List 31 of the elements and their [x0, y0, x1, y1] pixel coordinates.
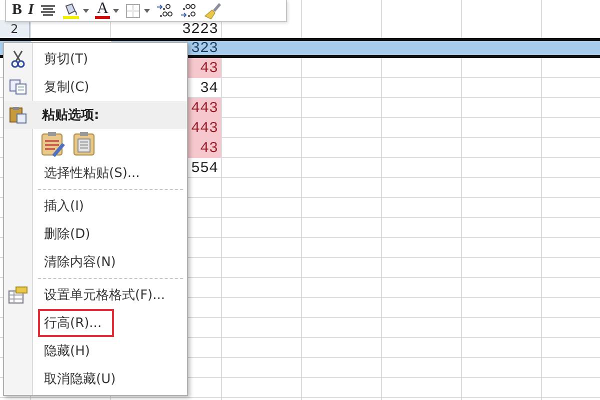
- paint-bucket-icon[interactable]: [62, 2, 80, 18]
- decrease-decimal-icon[interactable]: [180, 2, 198, 18]
- menu-item[interactable]: 清除内容(N): [38, 248, 122, 276]
- menu-item[interactable]: 复制(C): [38, 73, 96, 101]
- table-cell: 34: [200, 80, 218, 96]
- copy-icon: [9, 79, 27, 95]
- table-cell: 3223: [182, 20, 218, 38]
- dropdown-arrow-icon[interactable]: [113, 8, 120, 12]
- menu-item[interactable]: 隐藏(H): [38, 337, 96, 365]
- menu-item[interactable]: 设置单元格格式(F)...: [38, 281, 172, 309]
- menu-item[interactable]: 删除(D): [38, 220, 96, 248]
- menu-heading: 粘贴选项:: [42, 107, 100, 124]
- row-header[interactable]: 2: [0, 20, 30, 38]
- dropdown-arrow-icon[interactable]: [82, 8, 89, 12]
- menu-item[interactable]: 取消隐藏(U): [38, 365, 122, 393]
- menu-item[interactable]: 行高(R)...: [38, 309, 114, 337]
- increase-decimal-icon[interactable]: [156, 2, 174, 18]
- paste-formatting-icon[interactable]: [40, 131, 66, 157]
- dropdown-arrow-icon[interactable]: [144, 8, 150, 12]
- table-cell-text: 323: [190, 41, 219, 55]
- italic-button[interactable]: I: [28, 3, 34, 18]
- menu-item[interactable]: 选择性粘贴(S)...: [38, 159, 146, 187]
- format-cells-icon: [8, 286, 28, 304]
- paintbrush-icon[interactable]: [204, 2, 222, 20]
- scissors-icon: [10, 50, 26, 68]
- clipboard-icon: [9, 106, 27, 124]
- table-cell: 554: [190, 160, 218, 176]
- font-color-button[interactable]: A: [94, 2, 110, 19]
- menu-item[interactable]: 插入(I): [38, 192, 90, 220]
- center-align-icon[interactable]: [40, 4, 56, 18]
- bold-button[interactable]: B: [12, 3, 22, 18]
